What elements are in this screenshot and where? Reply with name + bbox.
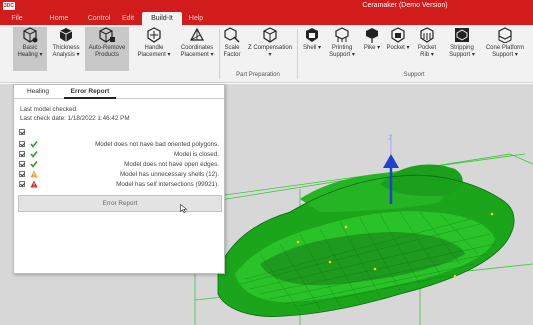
- title-bar: 3DC Ceramaker (Demo Version): [0, 0, 533, 12]
- tab-control[interactable]: Control: [82, 12, 116, 25]
- check-row-text: Model is closed.: [173, 151, 219, 158]
- check-row-text: Model does not have bad oriented polygon…: [95, 141, 219, 148]
- pocket-rib-icon: [419, 27, 435, 43]
- check-row-checkbox[interactable]: [19, 161, 25, 167]
- last-check-date: Last check date: 1/18/2022 1:46:42 PM: [20, 115, 130, 122]
- coordinates-icon: [189, 27, 205, 43]
- 3d-model-mesh: [217, 164, 515, 317]
- group-label-support: Support: [403, 72, 425, 78]
- tab-help[interactable]: Help: [184, 12, 208, 25]
- auto-remove-products-label: Auto-Remove Products: [88, 45, 126, 58]
- check-row-checkbox[interactable]: [19, 141, 25, 147]
- pocket-button[interactable]: Pocket ▾: [386, 27, 410, 71]
- select-all-checkbox[interactable]: [19, 129, 25, 135]
- ribbon: Basic Healing ▾ Thickness Analysis ▾ Aut…: [0, 25, 533, 83]
- printing-support-icon: [334, 27, 350, 43]
- stripping-support-icon: [454, 27, 470, 43]
- check-row-text: Model does not have open edges.: [124, 161, 219, 168]
- shell-icon: [304, 27, 320, 43]
- healing-icon: [22, 27, 38, 43]
- printing-support-button[interactable]: Printing Support ▾: [326, 27, 358, 71]
- pike-label: Pike ▾: [363, 45, 381, 51]
- window-title: Ceramaker (Demo Version): [362, 2, 448, 9]
- group-label-part-preparation: Part Preparation: [236, 72, 280, 78]
- error-icon: [30, 180, 38, 188]
- pike-icon: [364, 27, 380, 43]
- tab-edit[interactable]: Edit: [118, 12, 138, 25]
- tab-error-report[interactable]: Error Report: [64, 85, 116, 99]
- z-compensation-button[interactable]: Z Compensation ▾: [246, 27, 294, 71]
- ok-check-icon: [30, 151, 38, 158]
- check-row-text: Model has self intersections (99921).: [116, 181, 219, 188]
- stripping-support-label: Stripping Support ▾: [449, 45, 475, 58]
- app-logo[interactable]: 3DC: [3, 2, 15, 10]
- healing-dialog: Healing Error Report Last model checked:…: [13, 84, 225, 274]
- z-compensation-label: Z Compensation ▾: [247, 45, 293, 58]
- shell-button[interactable]: Shell ▾: [300, 27, 324, 71]
- check-row-checkbox[interactable]: [19, 181, 25, 187]
- tab-healing[interactable]: Healing: [20, 85, 56, 99]
- last-model-checked: Last model checked:: [20, 106, 78, 113]
- warning-icon: [30, 170, 38, 178]
- cone-platform-support-button[interactable]: Cone Platform Support ▾: [482, 27, 528, 71]
- ribbon-tab-bar: File Home Control Edit Build-It Help: [0, 12, 533, 25]
- dialog-tabs: Healing Error Report: [14, 85, 224, 99]
- z-axis-label: Z: [388, 135, 393, 142]
- printing-support-label: Printing Support ▾: [329, 45, 355, 58]
- shell-label: Shell ▾: [302, 45, 322, 51]
- basic-healing-button[interactable]: Basic Healing ▾: [13, 27, 47, 71]
- ribbon-separator: [297, 29, 298, 79]
- coordinates-placement-label: Coordinates Placement ▾: [180, 45, 214, 58]
- scale-factor-label: Scale Factor: [223, 45, 241, 58]
- cone-platform-icon: [497, 27, 513, 44]
- tab-home[interactable]: Home: [44, 12, 74, 25]
- pocket-rib-button[interactable]: Pocket Rib ▾: [413, 27, 441, 71]
- handle-placement-icon: [146, 27, 162, 43]
- z-compensation-icon: [262, 27, 278, 43]
- error-report-button[interactable]: Error Report: [18, 195, 222, 212]
- auto-remove-products-button[interactable]: Auto-Remove Products: [85, 27, 129, 71]
- ok-check-icon: [30, 161, 38, 168]
- handle-placement-button[interactable]: Handle Placement ▾: [134, 27, 174, 71]
- pike-button[interactable]: Pike ▾: [360, 27, 384, 71]
- scale-icon: [224, 27, 240, 43]
- check-row-checkbox[interactable]: [19, 151, 25, 157]
- thickness-analysis-label: Thickness Analysis ▾: [52, 45, 80, 58]
- cone-platform-support-label: Cone Platform Support ▾: [485, 45, 525, 58]
- handle-placement-label: Handle Placement ▾: [137, 45, 171, 58]
- thickness-icon: [58, 27, 74, 43]
- scale-factor-button[interactable]: Scale Factor: [221, 27, 243, 71]
- coordinates-placement-button[interactable]: Coordinates Placement ▾: [177, 27, 217, 71]
- pocket-rib-label: Pocket Rib ▾: [417, 45, 437, 58]
- basic-healing-label: Basic Healing ▾: [17, 45, 43, 58]
- tab-file[interactable]: File: [6, 12, 28, 25]
- thickness-analysis-button[interactable]: Thickness Analysis ▾: [49, 27, 83, 71]
- tab-build-it[interactable]: Build-It: [142, 12, 182, 25]
- ribbon-separator: [219, 29, 220, 79]
- check-row-checkbox[interactable]: [19, 171, 25, 177]
- stripping-support-button[interactable]: Stripping Support ▾: [444, 27, 480, 71]
- mouse-cursor-icon: [180, 204, 188, 213]
- pocket-label: Pocket ▾: [386, 45, 410, 51]
- auto-remove-icon: [99, 27, 115, 43]
- ok-check-icon: [30, 141, 38, 148]
- check-row-text: Model has unnecessary shells (12).: [119, 171, 219, 178]
- pocket-icon: [390, 27, 406, 43]
